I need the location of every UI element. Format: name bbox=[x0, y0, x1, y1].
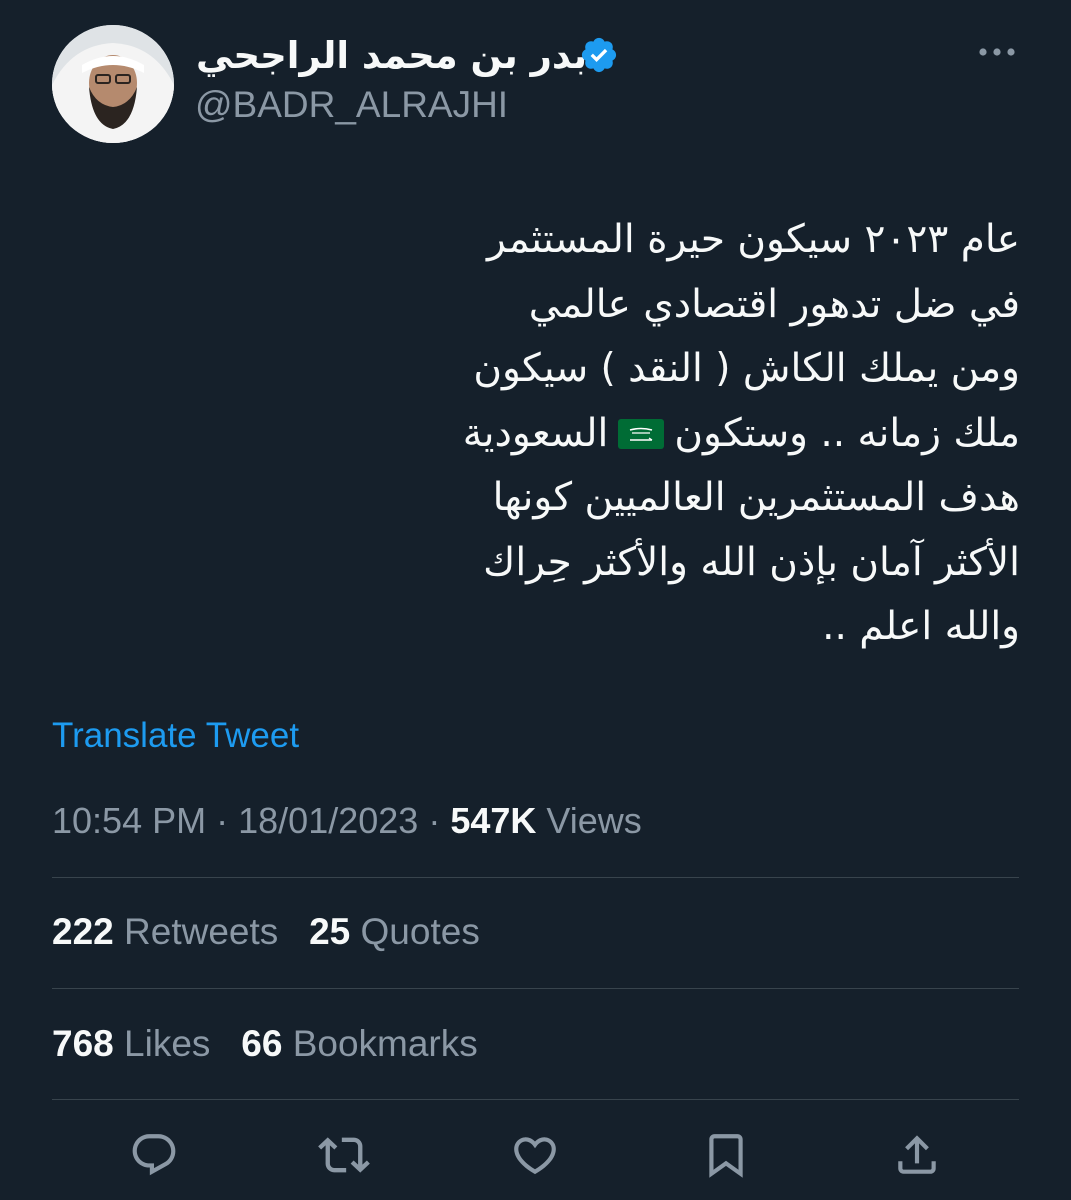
bookmarks-count: 66 bbox=[241, 1023, 283, 1064]
saudi-flag-icon bbox=[618, 418, 665, 449]
like-button[interactable] bbox=[505, 1125, 565, 1185]
tweet-line: في ضل تدهور اقتصادي عالمي bbox=[528, 281, 1020, 327]
author-display-name[interactable]: بدر بن محمد الراجحي bbox=[196, 27, 587, 83]
more-dots-icon bbox=[979, 48, 1015, 56]
more-options-button[interactable] bbox=[972, 32, 1022, 72]
avatar[interactable] bbox=[52, 25, 174, 143]
likes-count: 768 bbox=[52, 1023, 114, 1064]
share-icon bbox=[898, 1135, 936, 1174]
likes-stat[interactable]: 768 Likes bbox=[52, 1023, 210, 1064]
retweet-icon bbox=[318, 1137, 370, 1173]
meta-separator: · bbox=[216, 800, 229, 841]
tweet-line-segment: السعودية bbox=[462, 410, 609, 456]
tweet-date[interactable]: 18/01/2023 bbox=[238, 800, 418, 841]
reply-button[interactable] bbox=[124, 1125, 184, 1185]
like-icon bbox=[514, 1137, 556, 1175]
retweets-stat[interactable]: 222 Retweets bbox=[52, 911, 278, 952]
bookmarks-stat[interactable]: 66 Bookmarks bbox=[241, 1023, 478, 1064]
tweet-line: عام ٢٠٢٣ سيكون حيرة المستثمر bbox=[487, 217, 1020, 262]
views-label: Views bbox=[546, 800, 642, 841]
reply-icon bbox=[132, 1134, 176, 1176]
divider bbox=[52, 1099, 1019, 1100]
bookmark-button[interactable] bbox=[696, 1125, 756, 1185]
tweet-line-segment: ملك زمانه .. وستكون bbox=[674, 410, 1020, 456]
bookmark-icon bbox=[709, 1134, 743, 1178]
stats-row-retweets: 222 Retweets 25 Quotes bbox=[52, 911, 480, 953]
quotes-stat[interactable]: 25 Quotes bbox=[309, 911, 480, 952]
tweet-line-with-flag: ملك زمانه .. وستكون السعودية bbox=[380, 402, 1020, 467]
retweets-label: Retweets bbox=[124, 911, 279, 952]
retweet-button[interactable] bbox=[314, 1125, 374, 1185]
tweet-detail-view: بدر بن محمد الراجحي @BADR_ALRAJHI عام ٢٠… bbox=[0, 0, 1071, 1200]
quotes-label: Quotes bbox=[360, 911, 480, 952]
verified-badge-icon bbox=[581, 37, 617, 73]
quotes-count: 25 bbox=[309, 911, 351, 952]
translate-tweet-link[interactable]: Translate Tweet bbox=[52, 716, 299, 756]
author-handle[interactable]: @BADR_ALRAJHI bbox=[195, 84, 508, 126]
tweet-line: ومن يملك الكاش ( النقد ) سيكون bbox=[473, 346, 1020, 391]
share-button[interactable] bbox=[887, 1125, 947, 1185]
tweet-meta: 10:54 PM · 18/01/2023 · 547K Views bbox=[52, 800, 642, 842]
tweet-line: هدف المستثمرين العالميين كونها bbox=[492, 475, 1020, 520]
stats-row-likes: 768 Likes 66 Bookmarks bbox=[52, 1023, 478, 1065]
retweets-count: 222 bbox=[52, 911, 114, 952]
tweet-time[interactable]: 10:54 PM bbox=[52, 800, 206, 841]
avatar-photo bbox=[52, 25, 174, 143]
tweet-line: الأكثر آمان بإذن الله والأكثر حِراك bbox=[483, 539, 1020, 585]
meta-separator: · bbox=[428, 800, 441, 841]
bookmarks-label: Bookmarks bbox=[292, 1023, 478, 1064]
divider bbox=[52, 988, 1019, 989]
likes-label: Likes bbox=[124, 1023, 211, 1064]
tweet-text: عام ٢٠٢٣ سيكون حيرة المستثمر في ضل تدهور… bbox=[380, 208, 1020, 660]
divider bbox=[52, 877, 1019, 878]
views-count: 547K bbox=[450, 800, 537, 841]
tweet-line: والله اعلم .. bbox=[822, 604, 1020, 649]
